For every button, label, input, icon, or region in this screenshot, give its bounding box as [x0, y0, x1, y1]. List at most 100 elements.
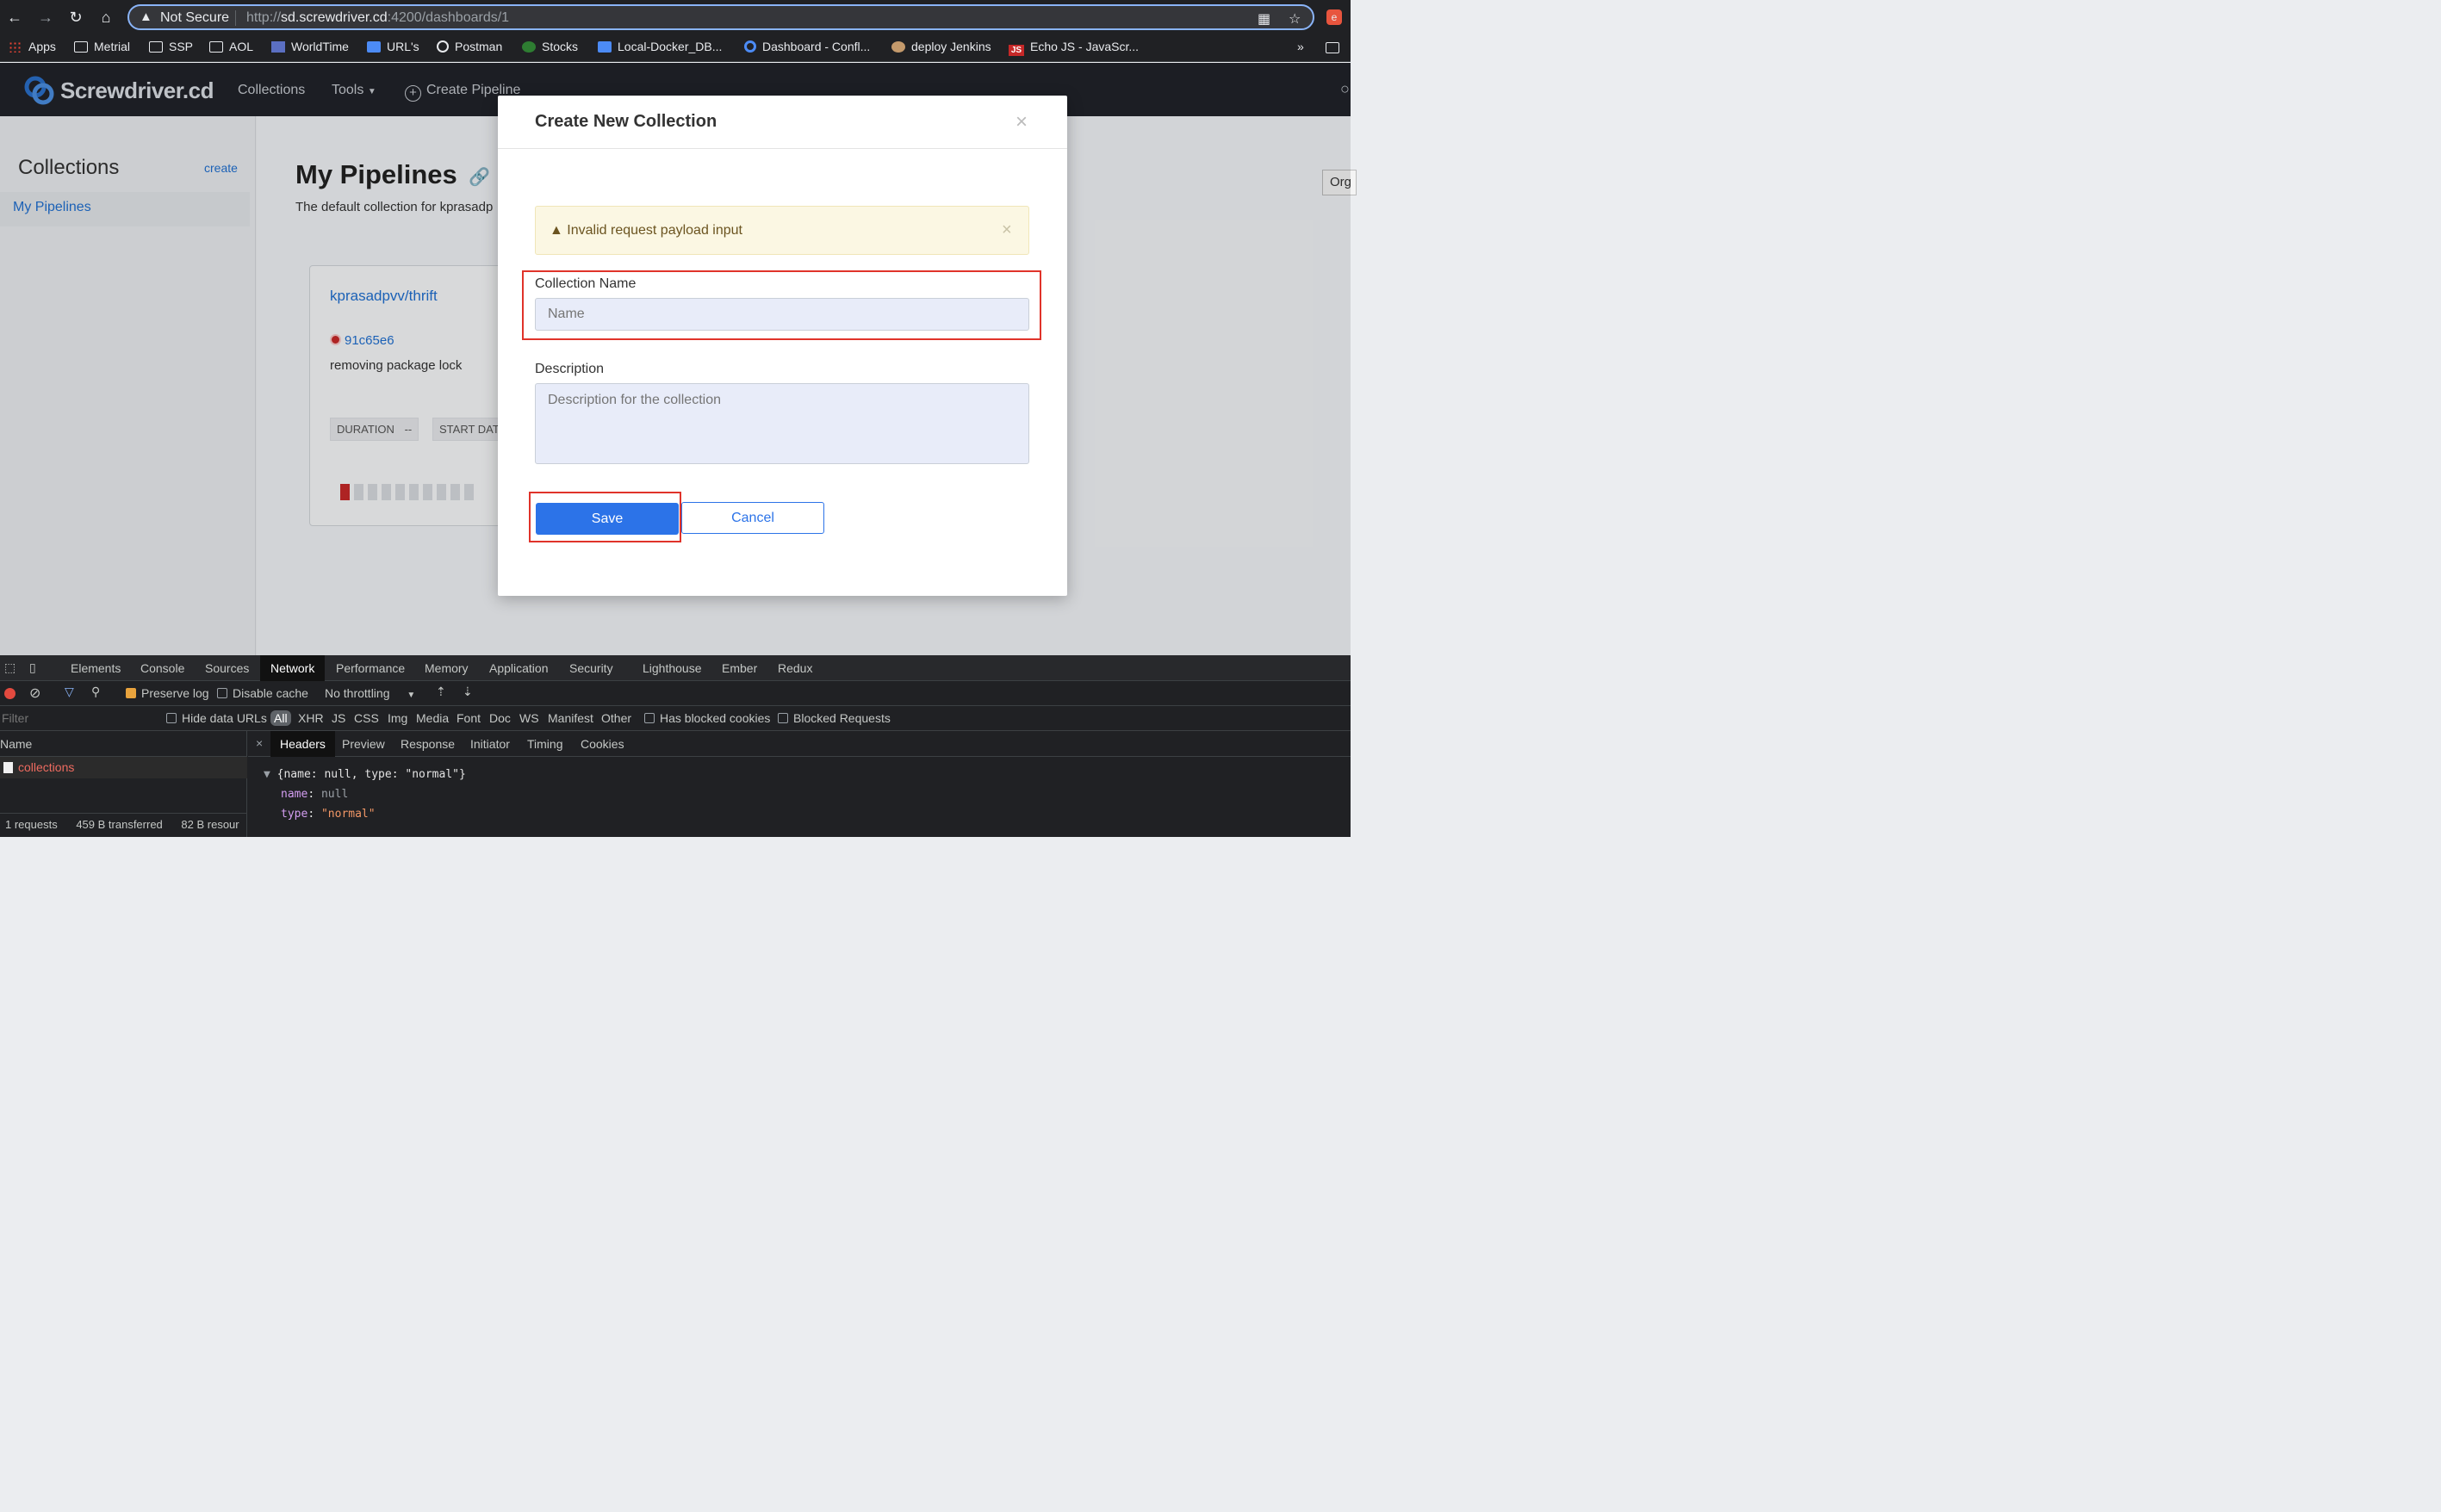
bookmark-postman[interactable]: Postman [437, 40, 502, 53]
filter-manifest[interactable]: Manifest [548, 711, 593, 725]
confluence-icon [744, 40, 756, 53]
preserve-log-checkbox[interactable]: Preserve log [126, 686, 209, 700]
bookmark-worldtime[interactable]: WorldTime [271, 40, 349, 53]
tab-memory[interactable]: Memory [425, 661, 469, 675]
save-button[interactable]: Save [536, 503, 679, 535]
folder-icon [149, 41, 163, 53]
folder-icon [74, 41, 88, 53]
expand-triangle-icon: ▼ [264, 768, 270, 781]
bookmarks-bar: Apps Metrial SSP AOL WorldTime URL's Pos… [0, 34, 1351, 62]
tab-cookies[interactable]: Cookies [581, 737, 624, 751]
doc-icon [598, 41, 612, 53]
tab-sources[interactable]: Sources [205, 661, 249, 675]
payload-name-row: name: null [281, 788, 349, 801]
tab-security[interactable]: Security [569, 661, 613, 675]
bookmark-ssp[interactable]: SSP [149, 40, 193, 53]
description-input[interactable] [535, 383, 1029, 464]
worldtime-icon [271, 41, 285, 53]
import-har-icon[interactable]: ⇡ [436, 685, 446, 699]
blocked-cookies-checkbox[interactable]: Has blocked cookies [644, 711, 770, 725]
qr-code-icon[interactable]: ▦ [1258, 10, 1270, 28]
browser-toolbar: ← → ↻ ⌂ ▲ Not Secure http://sd.screwdriv… [0, 0, 1351, 34]
close-details-icon[interactable]: × [256, 736, 263, 750]
bookmark-metrial[interactable]: Metrial [74, 40, 130, 53]
request-list: Name collections 1 requests 459 B transf… [0, 731, 247, 837]
description-label: Description [535, 362, 605, 376]
filter-icon[interactable]: ▽ [65, 685, 74, 699]
reload-icon[interactable]: ↻ [66, 8, 85, 27]
network-toolbar: ⊘ ▽ ⚲ Preserve log Disable cache No thro… [0, 681, 1351, 706]
tab-ember[interactable]: Ember [722, 661, 757, 675]
device-toolbar-icon[interactable]: ▯ [29, 660, 36, 675]
bookmark-urls[interactable]: URL's [367, 40, 419, 53]
network-summary: 1 requests 459 B transferred 82 B resour [0, 813, 247, 837]
tab-console[interactable]: Console [140, 661, 184, 675]
search-icon[interactable]: ⚲ [91, 685, 100, 699]
tab-lighthouse[interactable]: Lighthouse [643, 661, 702, 675]
cancel-button[interactable]: Cancel [681, 502, 824, 534]
export-har-icon[interactable]: ⇣ [463, 685, 473, 699]
caret-down-icon: ▼ [407, 691, 416, 700]
filter-xhr[interactable]: XHR [298, 711, 324, 725]
bookmark-apps[interactable]: Apps [9, 40, 56, 53]
payload-summary[interactable]: ▼ {name: null, type: "normal"} [264, 768, 466, 781]
filter-font[interactable]: Font [457, 711, 481, 725]
tab-redux[interactable]: Redux [778, 661, 812, 675]
forward-arrow-icon[interactable]: → [36, 8, 55, 27]
bookmark-deploy-jenkins[interactable]: deploy Jenkins [891, 40, 991, 53]
other-bookmarks-folder-icon[interactable] [1326, 40, 1345, 54]
modal-header: Create New Collection × [498, 96, 1067, 149]
bookmarks-overflow-chevron[interactable]: » [1297, 40, 1304, 53]
js-icon: JS [1009, 45, 1024, 56]
filter-js[interactable]: JS [332, 711, 345, 725]
close-icon[interactable]: × [1016, 110, 1028, 134]
devtools-panel: ⬚ ▯ Elements Console Sources Network Per… [0, 655, 1351, 837]
throttling-select[interactable]: No throttling ▼ [325, 686, 415, 700]
filter-doc[interactable]: Doc [489, 711, 511, 725]
tab-response[interactable]: Response [401, 737, 455, 751]
jenkins-icon [891, 41, 905, 53]
disable-cache-checkbox[interactable]: Disable cache [217, 686, 308, 700]
request-row-collections[interactable]: collections [0, 757, 247, 778]
collection-name-input[interactable] [535, 298, 1029, 331]
filter-img[interactable]: Img [388, 711, 407, 725]
alert-message: ▲ Invalid request payload input [550, 223, 742, 238]
filter-css[interactable]: CSS [354, 711, 379, 725]
hide-data-urls-checkbox[interactable]: Hide data URLs [166, 711, 267, 725]
doc-icon [367, 41, 381, 53]
star-icon[interactable]: ☆ [1289, 10, 1301, 28]
tab-headers[interactable]: Headers [270, 731, 335, 757]
tab-network[interactable]: Network [260, 655, 326, 681]
name-column-header[interactable]: Name [0, 731, 247, 757]
back-arrow-icon[interactable]: ← [5, 8, 24, 27]
alert-close-icon[interactable]: × [1002, 220, 1012, 240]
bookmark-stocks[interactable]: Stocks [522, 40, 578, 53]
blocked-requests-checkbox[interactable]: Blocked Requests [778, 711, 891, 725]
stocks-icon [522, 41, 536, 53]
url-text[interactable]: http://sd.screwdriver.cd:4200/dashboards… [246, 10, 509, 26]
filter-input[interactable] [0, 709, 152, 728]
tab-timing[interactable]: Timing [527, 737, 563, 751]
bookmark-echo-js[interactable]: JS Echo JS - JavaScr... [1009, 40, 1139, 56]
tab-initiator[interactable]: Initiator [470, 737, 510, 751]
error-alert: ▲ Invalid request payload input × [535, 206, 1029, 255]
filter-ws[interactable]: WS [519, 711, 539, 725]
tab-elements[interactable]: Elements [71, 661, 121, 675]
extension-icon[interactable]: e [1326, 9, 1342, 25]
inspect-element-icon[interactable]: ⬚ [4, 660, 16, 675]
filter-media[interactable]: Media [416, 711, 449, 725]
security-label[interactable]: Not Secure [160, 10, 229, 26]
record-icon[interactable] [4, 688, 16, 699]
bookmark-aol[interactable]: AOL [209, 40, 253, 53]
folder-icon [209, 41, 223, 53]
clear-icon[interactable]: ⊘ [29, 685, 40, 702]
home-icon[interactable]: ⌂ [96, 8, 115, 27]
tab-performance[interactable]: Performance [336, 661, 405, 675]
tab-application[interactable]: Application [489, 661, 549, 675]
filter-other[interactable]: Other [601, 711, 631, 725]
bookmark-dashboard-confluence[interactable]: Dashboard - Confl... [744, 40, 870, 53]
bookmark-local-docker-db[interactable]: Local-Docker_DB... [598, 40, 722, 53]
filter-all[interactable]: All [270, 710, 291, 726]
tab-preview[interactable]: Preview [342, 737, 385, 751]
address-bar[interactable]: ▲ Not Secure http://sd.screwdriver.cd:42… [127, 4, 1314, 30]
